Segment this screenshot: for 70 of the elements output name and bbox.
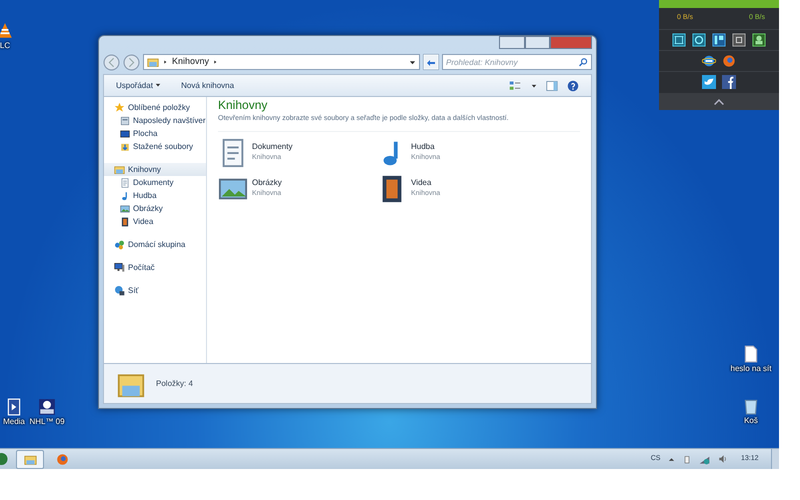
item-count: Položky: 4 (156, 378, 193, 390)
nav-item[interactable]: Stažené soubory (104, 140, 206, 153)
traffic-cone-icon[interactable] (0, 22, 14, 40)
library-folder-icon (114, 164, 125, 175)
view-options-icon[interactable] (508, 80, 522, 92)
icon-label: heslo na sít (730, 363, 772, 375)
game-box-icon[interactable] (38, 398, 56, 416)
nav-item[interactable]: Naposledy navštíver (104, 114, 206, 127)
help-icon[interactable] (567, 80, 579, 92)
nav-item[interactable]: Počítač (104, 261, 206, 274)
toolbar-button[interactable]: Nová knihovna (181, 80, 234, 92)
explorer-taskbar-button[interactable] (16, 450, 44, 468)
picture-icon (120, 204, 130, 214)
square-tile-icon[interactable] (732, 33, 746, 47)
icon-label: LC (0, 40, 10, 52)
document-icon (120, 178, 130, 188)
library-heading: Knihovny (218, 97, 268, 114)
recycle-bin-icon[interactable] (742, 397, 760, 415)
battery-icon[interactable] (683, 454, 692, 464)
chevron-right-icon (163, 58, 168, 66)
refresh-button[interactable] (423, 54, 439, 70)
nav-item[interactable]: Knihovny (104, 163, 206, 176)
search-field[interactable]: Prohledat: Knihovny (442, 54, 592, 70)
show-hidden-icons-button[interactable] (668, 456, 676, 462)
text-file-icon[interactable] (742, 345, 760, 363)
item-name: Videa (411, 177, 432, 190)
media-center-icon[interactable] (5, 398, 23, 416)
nav-item[interactable]: Síť (104, 284, 206, 297)
address-bar[interactable]: Knihovny (143, 54, 420, 70)
icon-label: Koš (744, 415, 758, 427)
star-icon (114, 102, 125, 113)
f-logo-icon[interactable] (722, 75, 736, 89)
layout-tile-icon[interactable] (672, 33, 686, 47)
volume-icon[interactable] (718, 454, 728, 464)
caret-icon[interactable] (531, 82, 537, 88)
bird-icon[interactable] (702, 75, 716, 89)
recent-places-icon (120, 116, 130, 126)
search-icon (579, 58, 588, 67)
organize-menu-button[interactable]: Uspořádat (116, 80, 162, 92)
item-name: Obrázky (252, 177, 282, 190)
icon-label: NHL™ 09 (29, 416, 65, 428)
minimize-button[interactable] (499, 36, 525, 49)
address-text: Knihovny (172, 55, 210, 68)
item-name: Dokumenty (252, 141, 292, 154)
icon-label: Media (3, 416, 25, 428)
film-strip-icon (120, 216, 130, 226)
panels-tile-icon[interactable] (712, 33, 726, 47)
nav-item[interactable]: Domácí skupina (104, 238, 206, 251)
library-folder-icon (147, 56, 159, 68)
item-name: Hudba (411, 141, 436, 154)
browser-e-icon[interactable] (702, 54, 716, 68)
preview-pane-icon[interactable] (546, 80, 558, 92)
nav-item[interactable]: Videa (104, 215, 206, 228)
dropdown-caret-icon[interactable] (409, 58, 416, 66)
nav-item[interactable]: Obrázky (104, 202, 206, 215)
nav-item[interactable]: Plocha (104, 127, 206, 140)
ring-tile-icon[interactable] (692, 33, 706, 47)
computer-icon (114, 262, 125, 273)
network-icon (114, 285, 125, 296)
nav-item[interactable]: Hudba (104, 189, 206, 202)
homegroup-icon (114, 239, 125, 250)
music-note-icon (120, 190, 130, 200)
maximize-button[interactable] (525, 36, 550, 49)
nav-item[interactable]: Dokumenty (104, 176, 206, 189)
monitor-icon (120, 128, 130, 138)
download-folder-icon (120, 142, 130, 152)
person-tile-icon[interactable] (752, 33, 766, 47)
nav-item[interactable]: Oblíbené položky (104, 101, 206, 114)
chevron-right-icon (213, 58, 218, 66)
caret-icon (155, 82, 162, 88)
